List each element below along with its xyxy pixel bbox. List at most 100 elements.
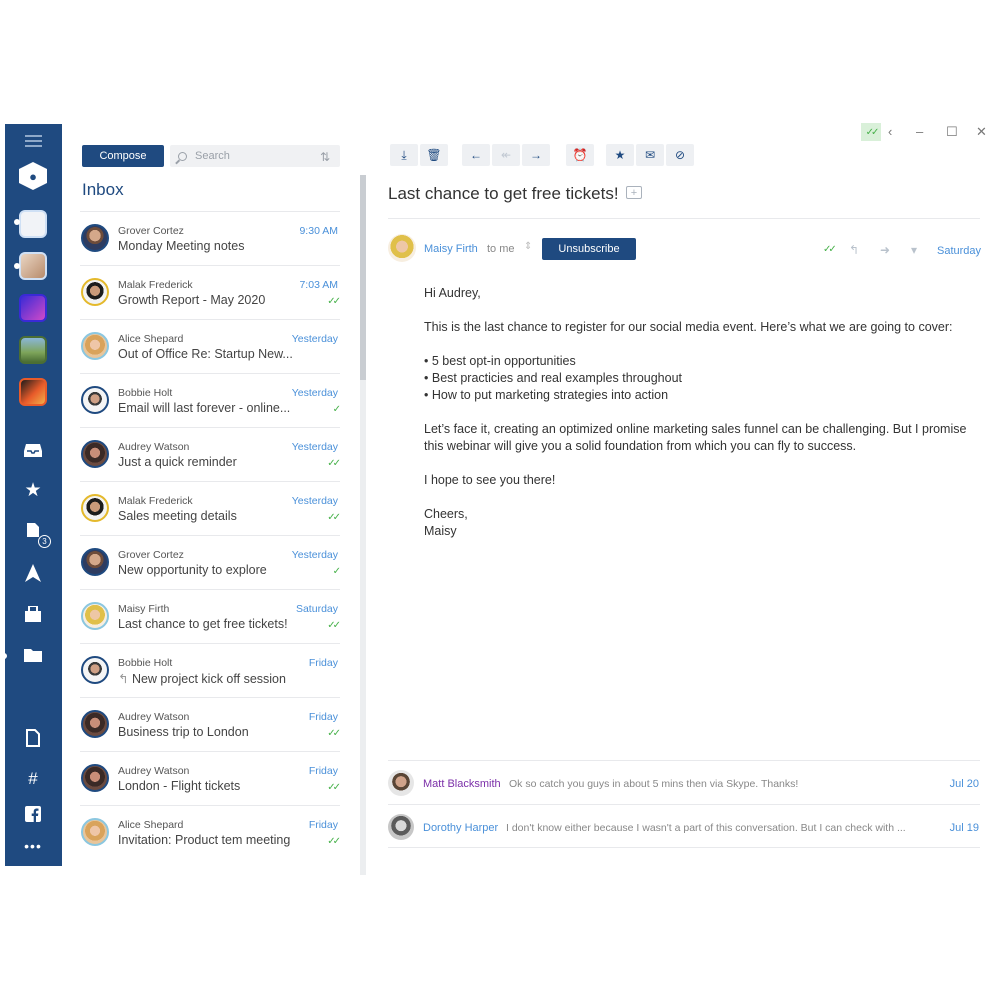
- list-scrollbar[interactable]: [360, 175, 366, 875]
- avatar: [81, 494, 109, 522]
- account-3[interactable]: [19, 294, 47, 322]
- avatar: [81, 548, 109, 576]
- avatar: [81, 602, 109, 630]
- block-button[interactable]: ⊘: [666, 144, 694, 166]
- back-icon[interactable]: ‹: [888, 124, 892, 139]
- item-subject: Growth Report - May 2020: [118, 293, 266, 307]
- list-item[interactable]: Alice Shepard Out of Office Re: Startup …: [80, 319, 340, 373]
- list-item[interactable]: Maisy Firth Last chance to get free tick…: [80, 589, 341, 643]
- toolbar-file-group: ⤓ 🗑: [390, 144, 448, 166]
- account-1[interactable]: [14, 210, 47, 238]
- list-item[interactable]: Bobbie Holt ↰ New project kick off sessi…: [80, 643, 340, 697]
- sender-avatar[interactable]: [388, 234, 416, 262]
- mark-read-icon: ✉: [644, 148, 656, 162]
- block-icon: ⊘: [674, 148, 686, 162]
- reply-all-icon: ↞: [500, 148, 512, 162]
- download-button[interactable]: ⤓: [390, 144, 418, 166]
- message-subject: Last chance to get free tickets!: [388, 184, 619, 203]
- reply-button[interactable]: ←: [462, 144, 490, 166]
- hamburger-icon[interactable]: [19, 132, 47, 150]
- item-sender: Alice Shepard: [118, 819, 184, 831]
- filter-icon[interactable]: ⇅: [320, 150, 330, 164]
- more-button[interactable]: •••: [19, 832, 47, 860]
- item-subject: London - Flight tickets: [118, 779, 241, 793]
- list-item[interactable]: Bobbie Holt Email will last forever - on…: [80, 373, 342, 427]
- star-icon: ★: [614, 148, 626, 162]
- account-2[interactable]: [14, 252, 47, 280]
- folder-icon: [24, 647, 42, 666]
- thread-item[interactable]: Dorothy Harper I don't know either becau…: [388, 804, 980, 848]
- trash-icon: 🗑: [426, 148, 442, 162]
- recipient-label: to me: [487, 243, 515, 255]
- unsubscribe-button[interactable]: Unsubscribe: [542, 238, 636, 260]
- list-item[interactable]: Malak Frederick Growth Report - May 2020…: [80, 265, 341, 319]
- archive-button[interactable]: [19, 602, 47, 630]
- mark-read-button[interactable]: ✉: [636, 144, 664, 166]
- close-icon[interactable]: ✕: [976, 124, 987, 140]
- signature: Maisy: [424, 524, 457, 538]
- forward-button[interactable]: →: [522, 144, 550, 166]
- toolbar-reply-group: ← ↞ →: [462, 144, 550, 166]
- snoozed-button[interactable]: 3: [19, 518, 51, 548]
- folders-button[interactable]: [1, 642, 47, 670]
- snooze-button[interactable]: ⏰: [566, 144, 594, 166]
- people-icon: ●: [19, 162, 47, 190]
- item-time: Friday: [308, 819, 338, 831]
- delete-button[interactable]: 🗑: [420, 144, 448, 166]
- compose-button[interactable]: Compose: [82, 145, 164, 167]
- maximize-icon[interactable]: ☐: [946, 124, 958, 140]
- starred-button[interactable]: ★: [19, 476, 47, 504]
- list-item[interactable]: Malak Frederick Sales meeting details Ye…: [80, 481, 341, 535]
- reply-icon[interactable]: ↰: [849, 243, 859, 257]
- avatar: [388, 770, 414, 796]
- item-sender: Alice Shepard: [118, 333, 184, 345]
- snooze-icon: ⏰: [572, 148, 588, 162]
- thread-date: Jul 20: [949, 778, 979, 790]
- contacts-button[interactable]: ●: [19, 162, 47, 190]
- list-item[interactable]: Grover Cortez Monday Meeting notes 9:30 …: [80, 211, 340, 265]
- forward-icon[interactable]: ➜: [880, 243, 890, 257]
- star-button[interactable]: ★: [606, 144, 634, 166]
- recipient-details-icon[interactable]: ⇕: [524, 241, 532, 252]
- scrollbar-thumb[interactable]: [360, 175, 366, 380]
- avatar: [81, 440, 109, 468]
- avatar: [81, 818, 109, 846]
- read-check-icon: ✓: [332, 404, 342, 415]
- list-item[interactable]: Audrey Watson Business trip to London Fr…: [80, 697, 341, 751]
- item-sender: Bobbie Holt: [118, 657, 173, 669]
- thread-preview: I don't know either because I wasn't a p…: [506, 822, 906, 834]
- read-check-icon: ✓✓: [327, 836, 341, 847]
- item-time: Yesterday: [291, 333, 338, 345]
- account-5[interactable]: [19, 378, 47, 406]
- list-item[interactable]: Audrey Watson London - Flight tickets Fr…: [80, 751, 341, 805]
- read-check-icon: ✓✓: [327, 620, 341, 631]
- intro-paragraph: This is the last chance to register for …: [424, 320, 953, 334]
- minimize-icon[interactable]: –: [916, 124, 923, 139]
- reply-all-button[interactable]: ↞: [492, 144, 520, 166]
- thread-item[interactable]: Matt Blacksmith Ok so catch you guys in …: [388, 760, 980, 804]
- chevron-down-icon[interactable]: ▾: [911, 243, 917, 257]
- list-item[interactable]: Audrey Watson Just a quick reminder Yest…: [80, 427, 341, 481]
- item-subject: Monday Meeting notes: [118, 239, 245, 253]
- avatar: [81, 386, 109, 414]
- files-button[interactable]: [19, 726, 47, 754]
- item-time: Yesterday: [291, 387, 338, 399]
- item-subject: Sales meeting details: [118, 509, 237, 523]
- facebook-button[interactable]: [19, 802, 47, 830]
- signoff: Cheers,: [424, 507, 468, 521]
- item-subject: New opportunity to explore: [118, 563, 267, 577]
- more-icon: •••: [24, 838, 42, 854]
- send-icon: [25, 564, 41, 586]
- greeting: Hi Audrey,: [424, 286, 481, 300]
- unread-dot: [14, 219, 20, 225]
- sent-button[interactable]: [19, 561, 47, 589]
- list-item[interactable]: Alice Shepard Invitation: Product tem me…: [80, 805, 341, 859]
- sender-name[interactable]: Maisy Firth: [424, 243, 478, 255]
- account-4[interactable]: [19, 336, 47, 364]
- sync-status-icon[interactable]: ✓✓: [861, 123, 881, 141]
- slack-button[interactable]: #: [19, 764, 47, 792]
- move-to-folder-icon[interactable]: +: [626, 186, 642, 199]
- inbox-button[interactable]: [19, 438, 47, 466]
- search-input[interactable]: Search ⇅: [170, 145, 340, 167]
- list-item[interactable]: Grover Cortez New opportunity to explore…: [80, 535, 341, 589]
